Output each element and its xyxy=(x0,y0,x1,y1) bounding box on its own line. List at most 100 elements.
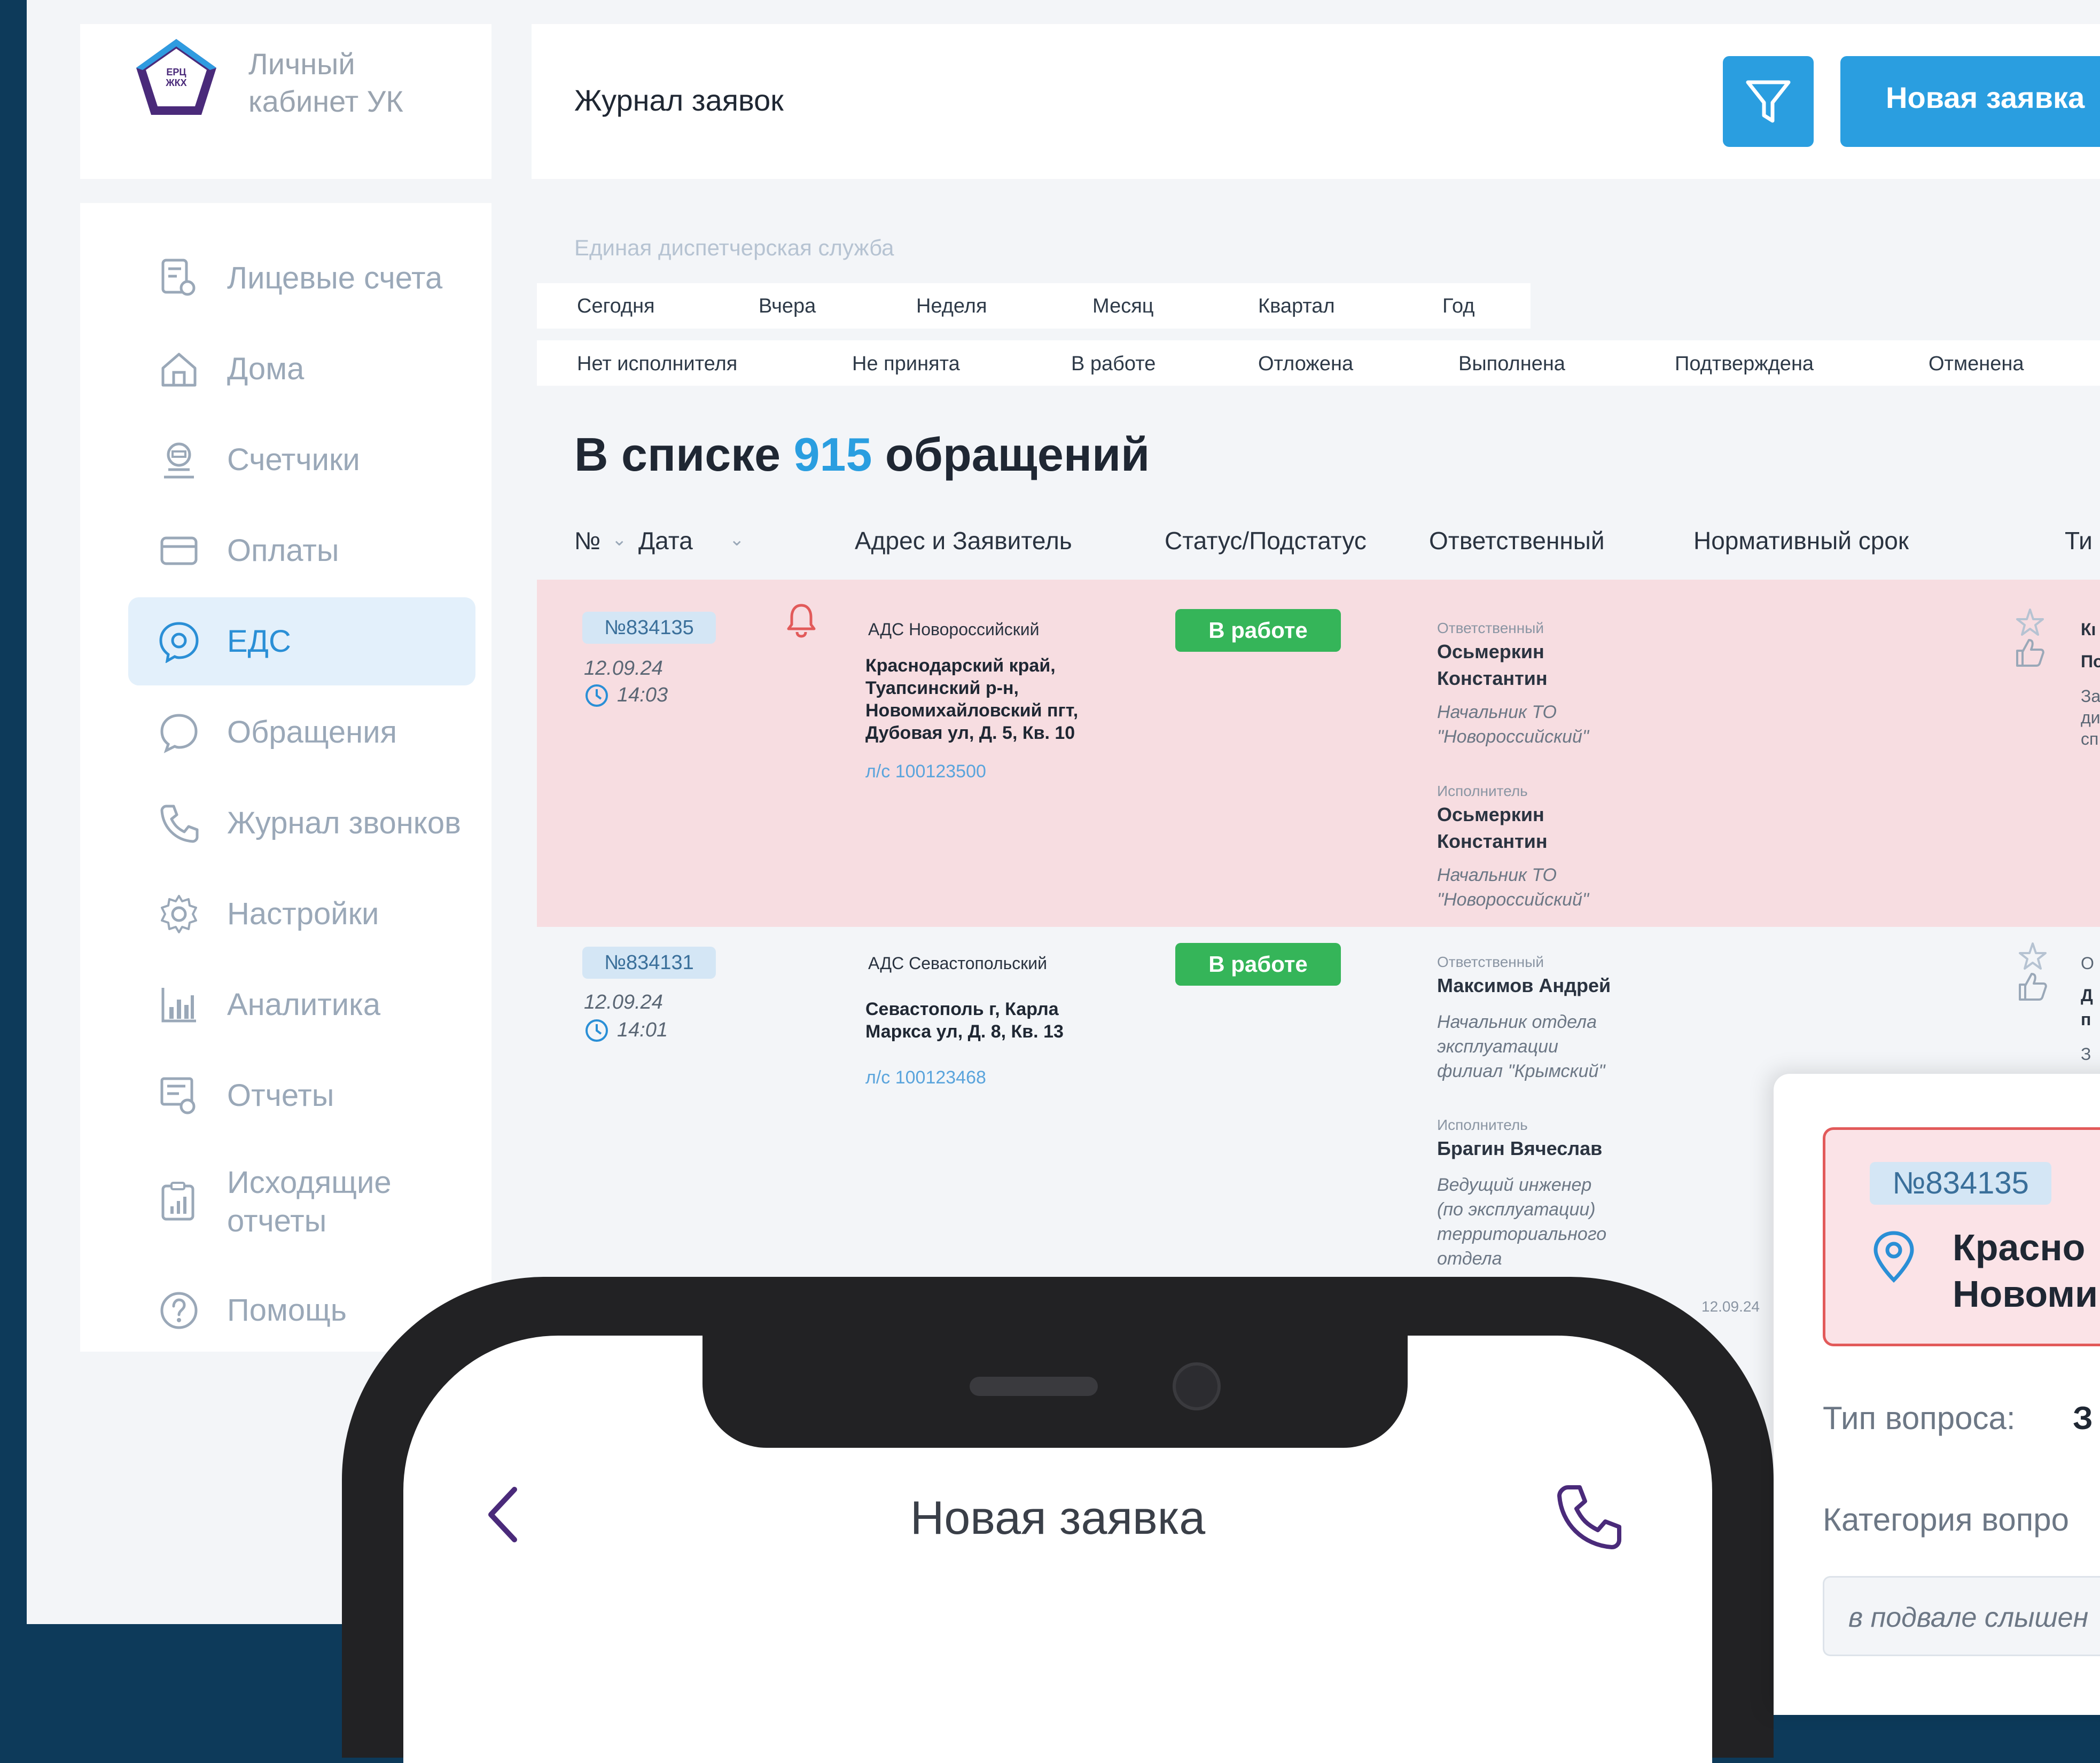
type-cut-text: сп xyxy=(2081,729,2099,748)
sidebar-item-outgoing-reports[interactable]: Исходящие отчеты xyxy=(128,1149,475,1255)
bell-icon[interactable] xyxy=(785,601,817,638)
type-cut-text: З xyxy=(2081,1044,2091,1064)
sidebar-item-meters[interactable]: Счетчики xyxy=(128,416,475,504)
executor-name: Осьмеркин xyxy=(1437,804,1544,825)
outgoing-reports-icon xyxy=(152,1175,206,1229)
new-request-button[interactable]: Новая заявка xyxy=(1840,56,2100,147)
status-postponed[interactable]: Отложена xyxy=(1258,353,1353,376)
personal-accounts-icon xyxy=(152,252,206,305)
thumbs-up-icon[interactable] xyxy=(2013,636,2047,670)
address-line: Севастополь г, Карла xyxy=(865,999,1059,1019)
column-address: Адрес и Заявитель xyxy=(855,527,1072,555)
meter-icon xyxy=(152,433,206,487)
chevron-down-icon[interactable]: ⌄ xyxy=(729,529,745,550)
phone-call-icon[interactable] xyxy=(1552,1480,1627,1555)
sidebar-item-label: Дома xyxy=(227,351,305,386)
sidebar-item-label: Оплаты xyxy=(227,533,339,568)
phone-notch xyxy=(702,1282,1408,1448)
phone-camera xyxy=(1173,1362,1221,1410)
request-time: 14:03 xyxy=(617,684,668,706)
status-no-executor[interactable]: Нет исполнителя xyxy=(577,353,737,376)
responsible-name: Константин xyxy=(1437,667,1548,689)
sidebar-item-settings[interactable]: Настройки xyxy=(128,870,475,958)
responsible-label: Ответственный xyxy=(1437,620,1544,636)
status-in-progress[interactable]: В работе xyxy=(1071,353,1156,376)
status-completed[interactable]: Выполнена xyxy=(1458,353,1565,376)
sidebar-item-label: Помощь xyxy=(227,1292,347,1328)
location-icon xyxy=(1873,1231,1914,1283)
type-cut-text: По xyxy=(2081,652,2100,671)
help-icon xyxy=(152,1284,206,1337)
star-icon[interactable] xyxy=(2014,606,2046,638)
sidebar-item-call-log[interactable]: Журнал звонков xyxy=(128,779,475,867)
type-cut-text: Кı xyxy=(2081,620,2096,639)
account-number-link[interactable]: л/с 100123500 xyxy=(865,761,986,782)
executor-position: "Новороссийский" xyxy=(1437,890,1589,910)
filter-button[interactable] xyxy=(1723,56,1814,147)
period-quarter[interactable]: Квартал xyxy=(1258,295,1335,318)
status-badge[interactable]: В работе xyxy=(1175,943,1341,986)
period-today[interactable]: Сегодня xyxy=(577,295,655,318)
chat-icon xyxy=(152,706,206,759)
column-date[interactable]: Дата xyxy=(638,526,693,555)
filter-icon xyxy=(1746,80,1791,123)
sidebar-item-payments[interactable]: Оплаты xyxy=(128,506,475,595)
question-type-label: Тип вопроса: xyxy=(1823,1400,2016,1436)
sidebar-item-eds[interactable]: ЕДС xyxy=(128,597,475,685)
thumbs-up-icon[interactable] xyxy=(2016,970,2050,1004)
column-number[interactable]: № xyxy=(574,526,600,555)
status-not-accepted[interactable]: Не принята xyxy=(852,353,960,376)
sidebar-item-requests[interactable]: Обращения xyxy=(128,688,475,776)
sidebar-item-reports[interactable]: Отчеты xyxy=(128,1051,475,1140)
responsible-name: Максимов Андрей xyxy=(1437,974,1611,996)
period-week[interactable]: Неделя xyxy=(916,295,987,318)
period-year[interactable]: Год xyxy=(1442,295,1475,318)
popup-request-number[interactable]: №834135 xyxy=(1870,1162,2051,1205)
eds-icon xyxy=(152,615,206,668)
type-cut-text: О xyxy=(2081,954,2094,973)
address-line: Новомихайловский пгт, xyxy=(865,700,1079,721)
period-yesterday[interactable]: Вчера xyxy=(759,295,816,318)
sidebar-item-personal-accounts[interactable]: Лицевые счета xyxy=(128,234,475,322)
sidebar-item-label: Обращения xyxy=(227,714,397,750)
phone-title: Новая заявка xyxy=(910,1491,1206,1544)
responsible-position: Начальник отдела xyxy=(1437,1012,1597,1032)
request-number-badge[interactable]: №834135 xyxy=(582,612,716,644)
chevron-down-icon[interactable]: ⌄ xyxy=(612,529,627,550)
ads-name: АДС Севастопольский xyxy=(868,954,1048,973)
popup-address-line2: Новоми xyxy=(1953,1273,2098,1315)
sidebar-item-analytics[interactable]: Аналитика xyxy=(128,961,475,1049)
request-date: 12.09.24 xyxy=(584,657,663,680)
request-number-badge[interactable]: №834131 xyxy=(582,947,716,979)
address-line: Туапсинский р-н, xyxy=(865,678,1019,698)
executor-position: (по эксплуатации) xyxy=(1437,1199,1596,1220)
account-number-link[interactable]: л/с 100123468 xyxy=(865,1067,986,1088)
sidebar-item-label: Исходящие xyxy=(227,1165,392,1200)
executor-position: отдела xyxy=(1437,1249,1502,1269)
question-description-input[interactable]: в подвале слышен xyxy=(1823,1576,2100,1656)
sidebar-item-label: Отчеты xyxy=(227,1078,334,1113)
popup-address-line1: Красно xyxy=(1953,1227,2086,1268)
status-badge[interactable]: В работе xyxy=(1175,609,1341,652)
star-icon[interactable] xyxy=(2017,940,2049,972)
sidebar-item-label: Счетчики xyxy=(227,442,360,477)
executor-position: территориального xyxy=(1437,1224,1607,1244)
status-confirmed[interactable]: Подтверждена xyxy=(1675,353,1814,376)
address-line: Дубовая ул, Д. 5, Кв. 10 xyxy=(865,723,1075,743)
summary-suffix: обращений xyxy=(885,428,1150,481)
period-month[interactable]: Месяц xyxy=(1092,295,1154,318)
sidebar-item-label: ЕДС xyxy=(227,623,291,659)
column-type: Ти xyxy=(2065,527,2093,555)
address-line: Маркса ул, Д. 8, Кв. 13 xyxy=(865,1021,1064,1042)
status-cancelled[interactable]: Отменена xyxy=(1929,353,2024,376)
type-cut-text: За xyxy=(2081,687,2100,706)
executor-name: Брагин Вячеслав xyxy=(1437,1137,1603,1159)
analytics-icon xyxy=(152,978,206,1032)
new-request-label: Новая заявка xyxy=(1886,81,2085,114)
request-date: 12.09.24 xyxy=(1701,1298,1760,1315)
request-count-summary: В списке 915 обращений xyxy=(574,427,1150,482)
column-status: Статус/Подстатус xyxy=(1165,527,1367,555)
question-type-value: З xyxy=(2073,1400,2093,1436)
executor-position: Начальник ТО xyxy=(1437,865,1557,885)
sidebar-item-houses[interactable]: Дома xyxy=(128,325,475,413)
